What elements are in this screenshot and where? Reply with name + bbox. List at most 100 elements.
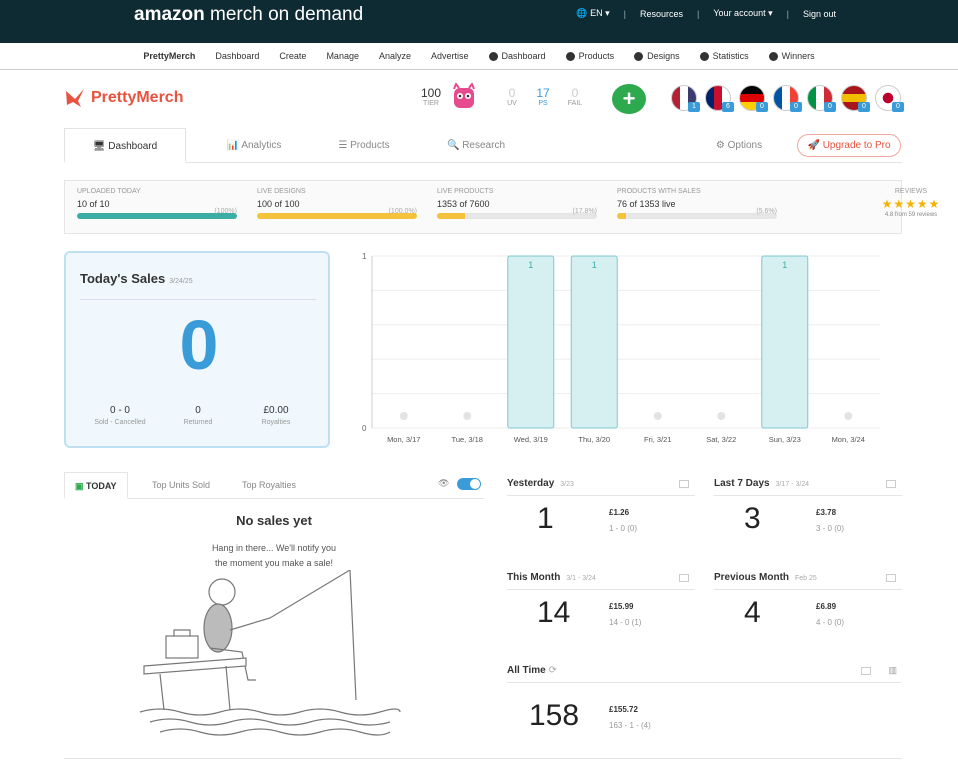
flag-count-badge: 0: [756, 102, 768, 112]
star-rating: ★★★★★: [881, 197, 941, 211]
live-toggle[interactable]: [457, 478, 481, 490]
todays-sales-date: 3/24/25: [169, 278, 193, 285]
upgrade-to-pro-button[interactable]: 🚀 Upgrade to Pro: [797, 134, 901, 157]
bar-value-label: 1: [782, 260, 787, 270]
prettymerch-logo[interactable]: PrettyMerch: [64, 87, 183, 109]
progress-uploaded-today[interactable]: UPLOADED TODAY 10 of 10 (100%): [77, 188, 237, 219]
sign-out-link[interactable]: Sign out: [803, 9, 836, 19]
chart-icon[interactable]: ▥: [888, 665, 897, 676]
todays-sales-title: Today's Sales: [80, 271, 166, 286]
zero-point: [844, 412, 853, 420]
zero-point: [463, 412, 472, 420]
flag-count-badge: 1: [688, 102, 700, 112]
account-link[interactable]: Your account ▾: [713, 8, 772, 19]
visibility-icon[interactable]: 👁: [438, 478, 449, 489]
tab-top-royalties[interactable]: Top Royalties: [242, 472, 296, 499]
extension-nav: PrettyMerch Dashboard Create Manage Analyze A…: [0, 43, 958, 70]
this-month-card: This Month 3/1 - 3/24 14 £15.99 14 - 0 (1…: [507, 572, 695, 652]
todays-sales-card: Today's Sales 3/24/25 0 0 - 0 Sold - Canc…: [64, 251, 330, 448]
tier-stat: 100 TIER: [420, 86, 442, 107]
royalties-stat: £0.00 Royalties: [261, 405, 291, 426]
divider: [64, 758, 902, 759]
bird-logo-icon: [66, 89, 84, 107]
jp-flag-icon[interactable]: 0: [875, 85, 904, 112]
progress-fill: [617, 213, 626, 219]
progress-live-products[interactable]: LIVE PRODUCTS 1353 of 7600 (17.8%): [437, 188, 597, 219]
subnav-item-1[interactable]: Dashboard: [215, 51, 259, 61]
subnav-item-4[interactable]: Analyze: [379, 51, 411, 61]
x-tick-label: Mon, 3/17: [387, 435, 420, 444]
ps-stat: 17 PS: [536, 86, 550, 107]
mascot-icon: [453, 83, 475, 108]
sales-bar[interactable]: [761, 255, 809, 429]
circle-icon: [634, 51, 644, 61]
tab-products[interactable]: ☰ Products: [314, 128, 414, 163]
subnav-item-9[interactable]: Statistics: [699, 51, 749, 61]
y-tick-label: 1: [362, 252, 367, 261]
sales-bar[interactable]: [507, 255, 555, 429]
progress-live-designs[interactable]: LIVE DESIGNS 100 of 100 (100.0%): [257, 188, 417, 219]
progress-strip: UPLOADED TODAY 10 of 10 (100%) LIVE DESI…: [64, 180, 939, 234]
subnav-item-8[interactable]: Designs: [634, 51, 680, 61]
circle-icon: [565, 51, 575, 61]
subnav-item-7[interactable]: Products: [565, 51, 614, 61]
details-icon[interactable]: [679, 480, 689, 488]
de-flag-icon[interactable]: 0: [739, 85, 768, 112]
flag-count-badge: 0: [824, 102, 836, 112]
progress-bar: [77, 213, 237, 219]
es-flag-icon[interactable]: 0: [841, 85, 870, 112]
reviews-summary[interactable]: REVIEWS ★★★★★ 4.8 from 59 reviews: [865, 188, 957, 218]
it-flag-icon[interactable]: 0: [807, 85, 836, 112]
resources-link[interactable]: Resources: [640, 9, 683, 19]
progress-bar: [617, 213, 777, 219]
x-tick-label: Wed, 3/19: [514, 435, 548, 444]
details-icon[interactable]: [679, 574, 689, 582]
weekly-sales-chart: 0 1 Mon, 3/17 Tue, 3/18 1 Wed, 3/19 1 Thu, 3/20…: [362, 252, 880, 444]
top-bar: amazon merch on demand 🌐 EN ▾ | Resource…: [0, 0, 958, 43]
details-icon[interactable]: [886, 574, 896, 582]
last-7-days-card: Last 7 Days 3/17 - 3/24 3 £3.78 3 - 0 (0): [714, 478, 902, 558]
top-nav: 🌐 EN ▾ | Resources | Your account ▾ | Si…: [576, 8, 836, 19]
add-product-button[interactable]: +: [612, 84, 646, 114]
zero-point: [717, 412, 726, 420]
bar-value-label: 1: [592, 260, 597, 270]
language-selector[interactable]: 🌐 EN ▾: [576, 8, 609, 19]
circle-icon: [768, 51, 778, 61]
subnav-item-0[interactable]: PrettyMerch: [143, 51, 195, 61]
progress-products-with-sales[interactable]: PRODUCTS WITH SALES 76 of 1353 live (5.6…: [617, 188, 777, 219]
options-button[interactable]: ⚙ Options: [694, 128, 784, 163]
tab-research[interactable]: 🔍 Research: [426, 128, 526, 163]
subnav-item-5[interactable]: Advertise: [431, 51, 469, 61]
progress-fill: [437, 213, 466, 219]
flag-count-badge: 6: [722, 102, 734, 112]
tab-analytics[interactable]: 📊 Analytics: [204, 128, 304, 163]
subnav-item-3[interactable]: Manage: [326, 51, 359, 61]
no-sales-message: Hang in there... We'll notify you the mo…: [211, 543, 337, 568]
x-tick-label: Mon, 3/24: [832, 435, 865, 444]
zero-point: [653, 412, 662, 420]
sold-cancelled-stat: 0 - 0 Sold - Cancelled: [94, 405, 146, 426]
tab-top-units-sold[interactable]: Top Units Sold: [152, 472, 210, 499]
subnav-item-10[interactable]: Winners: [768, 51, 815, 61]
main-tabs: 🖥 Dashboard 📊 Analytics ☰ Products 🔍 Res…: [64, 128, 902, 163]
uk-flag-icon[interactable]: 6: [705, 85, 734, 112]
todays-sales-count: 0: [179, 306, 219, 384]
circle-icon: [699, 51, 709, 61]
x-tick-label: Thu, 3/20: [578, 435, 610, 444]
sales-bar[interactable]: [570, 255, 618, 429]
fr-flag-icon[interactable]: 0: [773, 85, 802, 112]
amazon-merch-logo[interactable]: amazon merch on demand: [134, 4, 363, 26]
divider: [80, 299, 316, 300]
details-icon[interactable]: [886, 480, 896, 488]
refresh-icon[interactable]: ⟳: [549, 665, 557, 676]
subnav-item-2[interactable]: Create: [279, 51, 306, 61]
details-icon[interactable]: [861, 667, 871, 675]
subnav-item-6[interactable]: Dashboard: [488, 51, 546, 61]
us-flag-icon[interactable]: 1: [671, 85, 700, 112]
all-time-card: All Time ⟳ ▥ 158 £155.72 163 - 1 - (4): [507, 665, 901, 755]
x-tick-label: Sat, 3/22: [706, 435, 736, 444]
tab-today[interactable]: ▣ TODAY: [64, 472, 128, 499]
flag-count-badge: 0: [858, 102, 870, 112]
y-tick-label: 0: [362, 424, 367, 433]
tab-dashboard[interactable]: 🖥 Dashboard: [64, 128, 186, 163]
